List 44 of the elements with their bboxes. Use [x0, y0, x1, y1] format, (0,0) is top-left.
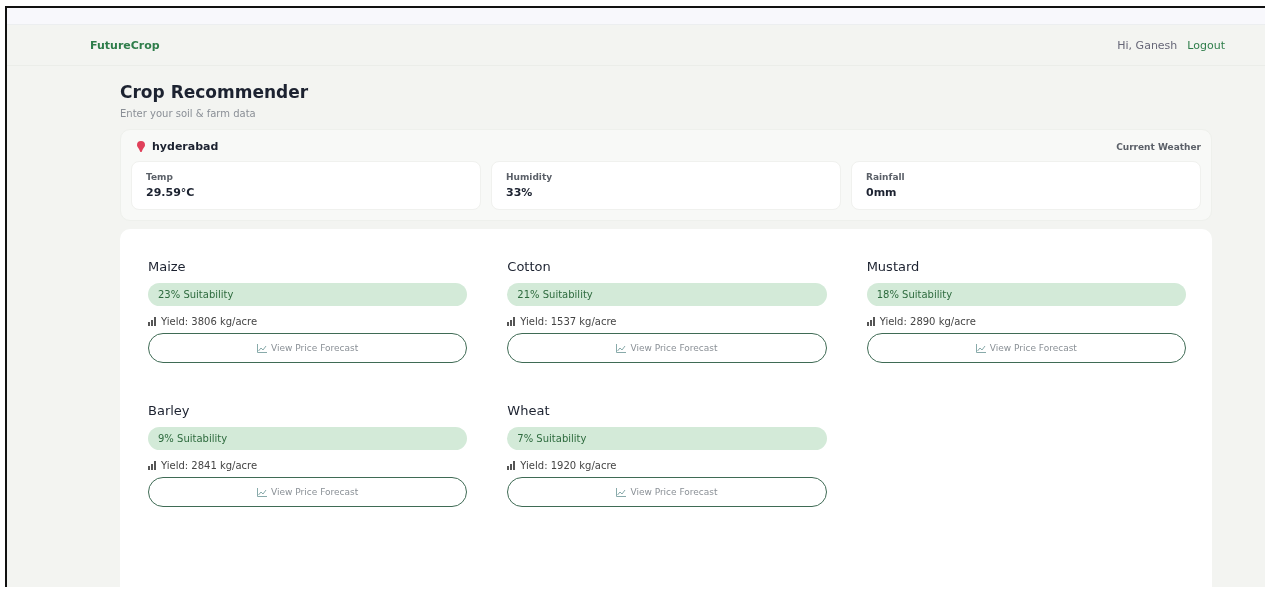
stat-label: Temp [146, 172, 174, 182]
line-chart-icon [257, 487, 268, 497]
weather-label: Current Weather [1116, 141, 1201, 152]
bar-chart-icon [507, 317, 517, 326]
bar-chart-icon [148, 461, 157, 470]
suitability-badge: 21% Suitability [507, 283, 827, 306]
crop-name: Maize [148, 259, 187, 274]
yield-text: Yield: 3806 kg/acre [161, 316, 258, 327]
bar-chart-icon [148, 317, 157, 326]
price-forecast-button[interactable]: View Price Forecast [507, 333, 827, 363]
line-chart-icon [616, 487, 627, 497]
bar-chart-icon [866, 317, 876, 326]
page-subtitle: Enter your soil & farm data [120, 108, 257, 119]
line-chart-icon [616, 343, 627, 353]
brand-logo-text[interactable]: FutureCrop [90, 38, 160, 52]
price-forecast-button[interactable]: View Price Forecast [866, 333, 1186, 363]
stat-label: Rainfall [866, 172, 906, 182]
suitability-badge: 9% Suitability [148, 427, 468, 450]
yield-text: Yield: 1920 kg/acre [520, 460, 617, 471]
price-forecast-button[interactable]: View Price Forecast [507, 477, 827, 507]
suitability-badge: 18% Suitability [866, 283, 1186, 306]
suitability-badge: 23% Suitability [148, 283, 468, 306]
bar-chart-icon [507, 461, 517, 470]
user-greeting: Hi, Ganesh [1117, 38, 1178, 52]
location-pin-icon [137, 141, 145, 152]
crop-name: Wheat [507, 403, 551, 418]
yield-text: Yield: 2890 kg/acre [879, 316, 976, 327]
crop-name: Cotton [507, 259, 552, 274]
stat-value: 29.59°C [146, 186, 196, 199]
crop-name: Mustard [866, 259, 921, 274]
line-chart-icon [257, 343, 268, 353]
logout-link[interactable]: Logout [1187, 38, 1225, 52]
yield-text: Yield: 1537 kg/acre [520, 316, 617, 327]
crop-name: Barley [148, 403, 191, 418]
suitability-badge: 7% Suitability [507, 427, 827, 450]
price-forecast-button[interactable]: View Price Forecast [148, 333, 468, 363]
page-title: Crop Recommender [120, 82, 310, 102]
yield-text: Yield: 2841 kg/acre [161, 460, 258, 471]
location-name: hyderabad [152, 140, 219, 153]
stat-value: 0mm [866, 186, 898, 199]
line-chart-icon [975, 343, 986, 353]
price-forecast-button[interactable]: View Price Forecast [148, 477, 468, 507]
stat-label: Humidity [506, 172, 554, 182]
stat-value: 33% [506, 186, 534, 199]
